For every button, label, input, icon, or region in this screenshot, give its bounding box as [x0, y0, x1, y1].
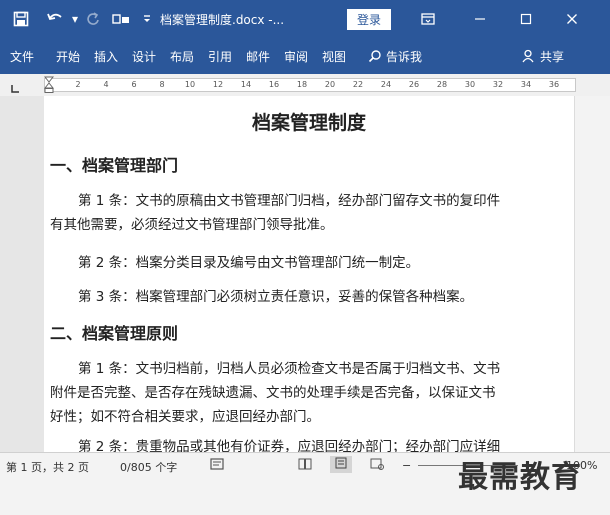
- share-label: 共享: [540, 49, 565, 64]
- ruler-number: 18: [296, 80, 308, 89]
- section-heading: 二、档案管理原则: [50, 324, 179, 343]
- ruler-number: 12: [212, 80, 224, 89]
- window-title: 档案管理制度.docx -...: [160, 12, 285, 27]
- share-button[interactable]: 共享: [522, 38, 564, 74]
- indent-marker-icon[interactable]: [43, 76, 55, 98]
- ruler-number: 32: [492, 80, 504, 89]
- redo-icon[interactable]: [80, 0, 106, 38]
- page-info[interactable]: 第 1 页，共 2 页: [6, 459, 89, 475]
- ruler-number: 2: [75, 80, 81, 89]
- ruler-number: 8: [159, 80, 165, 89]
- undo-icon[interactable]: [40, 0, 70, 38]
- vertical-scrollbar[interactable]: [574, 96, 610, 452]
- maximize-icon[interactable]: [506, 0, 546, 38]
- ruler-number: 26: [408, 80, 420, 89]
- document-page[interactable]: 档案管理制度 一、档案管理部门 第 1 条：文书的原稿由文书管理部门归档，经办部…: [44, 96, 574, 452]
- login-label[interactable]: 登录: [346, 8, 391, 30]
- tab-insert[interactable]: 插入: [94, 38, 118, 74]
- person-icon: [522, 49, 534, 63]
- tab-file[interactable]: 文件: [10, 38, 34, 74]
- tab-view[interactable]: 视图: [322, 38, 346, 74]
- read-mode-icon[interactable]: [298, 458, 312, 473]
- tell-me-search[interactable]: 告诉我: [368, 38, 422, 74]
- ruler-number: 4: [103, 80, 109, 89]
- document-title: 档案管理制度: [251, 112, 366, 134]
- paragraph-line: 第 2 条：档案分类目录及编号由文书管理部门统一制定。: [78, 255, 420, 271]
- zoom-out-icon[interactable]: −: [402, 459, 411, 472]
- ribbon-tabs: 文件 开始 插入 设计 布局 引用 邮件 审阅 视图 告诉我 共享: [0, 38, 610, 74]
- ribbon-display-icon[interactable]: [410, 0, 446, 38]
- tab-review[interactable]: 审阅: [284, 38, 308, 74]
- watermark: 最需教育: [458, 460, 582, 495]
- ruler-number: 10: [184, 80, 196, 89]
- save-icon[interactable]: [6, 0, 36, 38]
- paragraph-line: 有其他需要，必须经过文书管理部门领导批准。: [50, 217, 334, 233]
- ruler-number: 30: [464, 80, 476, 89]
- paragraph-line: 第 3 条：档案管理部门必须树立责任意识，妥善的保管各种档案。: [78, 289, 474, 305]
- close-icon[interactable]: [552, 0, 592, 38]
- tell-me-label: 告诉我: [386, 49, 423, 64]
- document-canvas: 档案管理制度 一、档案管理部门 第 1 条：文书的原稿由文书管理部门归档，经办部…: [0, 96, 610, 452]
- web-layout-icon[interactable]: [370, 458, 384, 473]
- ruler-number: 20: [324, 80, 336, 89]
- ruler-number: 36: [548, 80, 560, 89]
- proofing-icon[interactable]: [210, 458, 224, 473]
- title-bar: ▾ 档案管理制度.docx -... 登录: [0, 0, 610, 38]
- ruler-number: 28: [436, 80, 448, 89]
- ruler-number: 14: [240, 80, 252, 89]
- paragraph-line: 好性；如不符合相关要求，应退回经办部门。: [50, 409, 320, 425]
- login-button[interactable]: 登录: [344, 0, 394, 38]
- touch-mode-icon[interactable]: [106, 0, 136, 38]
- customize-toolbar-icon[interactable]: [136, 0, 158, 38]
- tab-layout[interactable]: 布局: [170, 38, 194, 74]
- tab-home[interactable]: 开始: [56, 38, 80, 74]
- word-count[interactable]: 0/805 个字: [120, 459, 177, 475]
- undo-dropdown-icon[interactable]: ▾: [70, 0, 80, 38]
- ruler-number: 24: [380, 80, 392, 89]
- print-layout-icon[interactable]: [330, 456, 352, 473]
- minimize-icon[interactable]: [460, 0, 500, 38]
- tab-design[interactable]: 设计: [132, 38, 156, 74]
- search-icon: [368, 50, 381, 63]
- paragraph-line: 第 2 条：贵重物品或其他有价证券，应退回经办部门；经办部门应详细: [78, 439, 501, 452]
- ruler-number: 16: [268, 80, 280, 89]
- ruler-number: 6: [131, 80, 137, 89]
- ruler-number: 34: [520, 80, 532, 89]
- tab-stop-icon[interactable]: [10, 79, 20, 93]
- section-heading: 一、档案管理部门: [50, 156, 179, 175]
- horizontal-ruler[interactable]: 2 4 6 8 10 12 14 16 18 20 22 24 26 28 30…: [0, 74, 610, 97]
- ruler-number: 22: [352, 80, 364, 89]
- paragraph-line: 第 1 条：文书归档前，归档人员必须检查文书是否属于归档文书、文书: [78, 361, 501, 377]
- tab-mailings[interactable]: 邮件: [246, 38, 270, 74]
- paragraph-line: 第 1 条：文书的原稿由文书管理部门归档，经办部门留存文书的复印件: [78, 193, 501, 209]
- tab-references[interactable]: 引用: [208, 38, 232, 74]
- paragraph-line: 附件是否完整、是否存在残缺遗漏、文书的处理手续是否完备，以保证文书: [50, 385, 496, 401]
